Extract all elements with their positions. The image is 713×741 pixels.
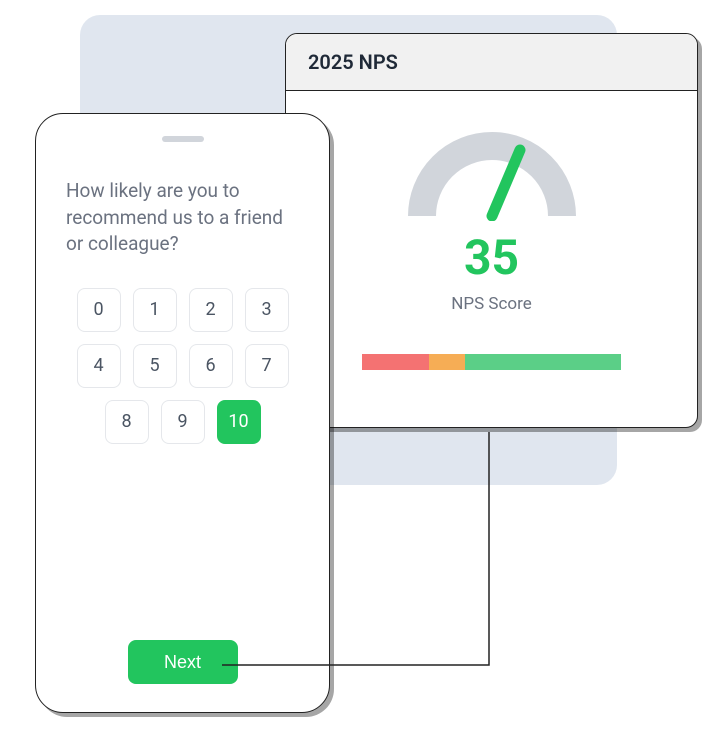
nps-card-body: 35 NPS Score xyxy=(286,91,697,390)
rating-button-9[interactable]: 9 xyxy=(161,400,205,444)
phone-mockup: How likely are you to recommend us to a … xyxy=(35,113,330,713)
next-button[interactable]: Next xyxy=(128,640,238,684)
nps-value: 35 xyxy=(464,229,519,286)
nps-segment-bar xyxy=(362,354,622,370)
rating-button-2[interactable]: 2 xyxy=(189,288,233,332)
nps-result-card: 2025 NPS 35 NPS Score xyxy=(285,33,698,428)
nps-card-title: 2025 NPS xyxy=(286,34,697,91)
rating-button-6[interactable]: 6 xyxy=(189,344,233,388)
segment-passives xyxy=(429,354,465,370)
nps-question: How likely are you to recommend us to a … xyxy=(66,178,299,258)
rating-button-3[interactable]: 3 xyxy=(245,288,289,332)
rating-button-0[interactable]: 0 xyxy=(77,288,121,332)
phone-speaker-icon xyxy=(162,136,204,142)
rating-button-5[interactable]: 5 xyxy=(133,344,177,388)
nps-score-label: NPS Score xyxy=(451,294,531,314)
rating-button-7[interactable]: 7 xyxy=(245,344,289,388)
rating-button-8[interactable]: 8 xyxy=(105,400,149,444)
gauge-icon xyxy=(407,131,577,221)
segment-promoters xyxy=(465,354,621,370)
rating-button-4[interactable]: 4 xyxy=(77,344,121,388)
rating-grid: 0123 4567 89 10 xyxy=(66,288,299,444)
segment-detractors xyxy=(362,354,430,370)
rating-button-1[interactable]: 1 xyxy=(133,288,177,332)
rating-button-10[interactable]: 10 xyxy=(217,400,261,444)
